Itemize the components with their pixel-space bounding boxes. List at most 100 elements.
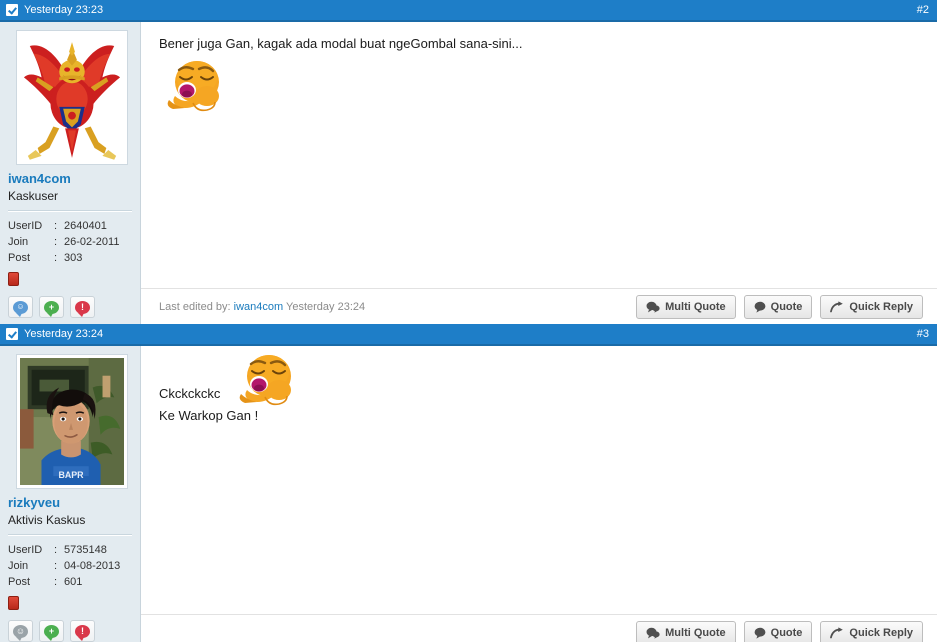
quote-icon [754,627,766,639]
user-stat-row: Post : 303 [8,250,132,266]
reputation-indicator [8,596,132,610]
user-action-buttons: ☺ + ! [8,296,132,318]
username-link[interactable]: iwan4com [8,171,132,187]
user-info-panel: BAPR rizkyveu Aktivis Kaskus UserID: 57… [0,346,141,642]
avatar[interactable]: BAPR [16,354,128,489]
message-line: Bener juga Gan, kagak ada modal buat nge… [159,36,523,51]
add-reputation-icon[interactable]: + [39,296,64,318]
post-message: Ckckckckc Ke Warkop Gan ! [141,346,937,614]
reputation-bar-icon [8,272,19,286]
garuda-emblem-icon [20,34,124,161]
report-post-icon[interactable]: ! [70,296,95,318]
last-edited-user-link[interactable]: iwan4com [234,301,284,313]
checkbox-checked-icon[interactable] [6,328,18,340]
post-header: Yesterday 23:24 #3 [0,324,937,346]
offline-status-icon[interactable]: ☺ [8,620,33,642]
stat-label: UserID [8,220,43,232]
add-reputation-icon[interactable]: + [39,620,64,642]
post-number[interactable]: #2 [917,4,929,16]
multi-quote-label: Multi Quote [665,300,726,313]
quote-button[interactable]: Quote [743,294,813,319]
user-stat-row: Join : 04-08-2013 [8,558,132,574]
user-info-panel: iwan4com Kaskuser UserID : 2640401 Join … [0,22,141,324]
exclamation-bubble-icon: ! [75,300,90,317]
stat-label: Post [8,252,31,264]
post-message: Bener juga Gan, kagak ada modal buat nge… [141,22,937,288]
user-photo-avatar: BAPR [20,358,124,485]
post-footer: Last edited by: iwan4com Yesterday 23:24 [141,288,937,324]
post-content: Ckckckckc Ke Warkop Gan ! Multi Quote Qu… [141,346,937,642]
stat-label: UserID [8,544,43,556]
post-2: Yesterday 23:23 #2 iwan4com Kaskuser Use… [0,0,937,324]
post-header-left: Yesterday 23:24 [6,328,917,340]
forum-thread-page: Yesterday 23:23 #2 iwan4com Kaskuser Use… [0,0,937,642]
quick-reply-button[interactable]: Quick Reply [820,294,923,319]
stat-separator: : [54,220,58,232]
quick-reply-icon [830,300,844,312]
stat-separator: : [54,252,58,264]
exclamation-bubble-icon: ! [75,624,90,641]
post-action-buttons: Multi Quote Quote Quick Reply [636,620,923,642]
ngakak-emoticon-icon [239,355,291,406]
garuda-emblem-avatar [20,34,124,161]
post-number[interactable]: #3 [917,328,929,340]
smiley-bubble-icon: ☺ [13,300,28,317]
smiley-bubble-icon: ☺ [13,624,28,641]
emoticon-row [159,56,923,114]
checkbox-checked-icon[interactable] [6,4,18,16]
last-edited-prefix: Last edited by: [159,300,231,313]
stat-value: 04-08-2013 [64,560,121,572]
last-edited-note: Last edited by: iwan4com Yesterday 23:24 [159,301,636,313]
multi-quote-label: Multi Quote [665,626,726,639]
multi-quote-button[interactable]: Multi Quote [636,620,736,642]
post-action-buttons: Multi Quote Quote Quick Reply [636,294,923,319]
post-body: iwan4com Kaskuser UserID : 2640401 Join … [0,22,937,324]
user-title: Aktivis Kaskus [8,513,86,527]
stat-label: Join [8,560,29,572]
multi-quote-icon [646,301,660,313]
quote-label: Quote [770,626,803,639]
username-link[interactable]: rizkyveu [8,495,132,511]
quick-reply-icon [830,626,844,638]
stat-label: Join [8,236,29,248]
stat-separator: : [54,560,58,572]
stat-separator: : [54,236,58,248]
plus-bubble-icon: + [44,300,59,317]
online-status-icon[interactable]: ☺ [8,296,33,318]
ngakak-emoticon [163,56,225,120]
post-3: Yesterday 23:24 #3 BAPR rizkyveu Aktivis… [0,324,937,642]
user-stat-row: Join : 26-02-2011 [8,234,132,250]
stat-value: 5735148 [64,544,107,556]
post-timestamp: Yesterday 23:24 [24,328,104,340]
user-stat-row: UserID : 5735148 [8,542,132,558]
avatar[interactable] [16,30,128,165]
stat-value: 303 [64,252,83,264]
user-action-buttons: ☺ + ! [8,620,132,642]
divider [8,210,132,212]
multi-quote-button[interactable]: Multi Quote [636,294,736,319]
ngakak-emoticon [235,350,297,414]
stat-value: 601 [64,576,83,588]
stat-value: 26-02-2011 [64,236,120,248]
stat-value: 2640401 [64,220,107,232]
reputation-indicator [8,272,132,286]
post-footer: Multi Quote Quote Quick Reply [141,614,937,642]
quick-reply-button[interactable]: Quick Reply [820,620,923,642]
user-title: Kaskuser [8,189,59,203]
quote-label: Quote [770,300,803,313]
quick-reply-label: Quick Reply [849,626,913,639]
ngakak-emoticon-icon [167,61,219,112]
plus-bubble-icon: + [44,624,59,641]
quote-button[interactable]: Quote [743,620,813,642]
last-edited-time: Yesterday 23:24 [286,300,366,313]
reputation-bar-icon [8,596,19,610]
svg-text:BAPR: BAPR [58,470,84,480]
post-body: BAPR rizkyveu Aktivis Kaskus UserID: 57… [0,346,937,642]
divider [8,534,132,536]
post-header: Yesterday 23:23 #2 [0,0,937,22]
quick-reply-label: Quick Reply [849,300,913,313]
user-stat-row: UserID : 2640401 [8,218,132,234]
report-post-icon[interactable]: ! [70,620,95,642]
stat-label: Post [8,576,31,588]
post-header-left: Yesterday 23:23 [6,4,917,16]
